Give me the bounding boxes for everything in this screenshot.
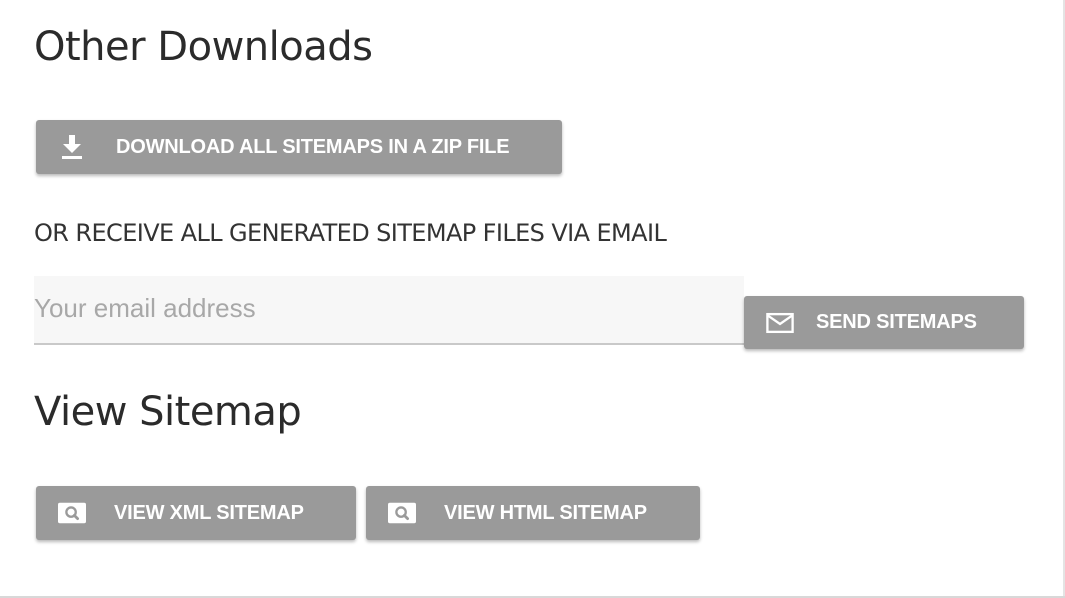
mail-icon xyxy=(766,309,794,337)
email-input[interactable] xyxy=(34,276,744,343)
downloads-card: Other Downloads DOWNLOAD ALL SITEMAPS IN… xyxy=(0,0,1065,598)
send-sitemaps-button[interactable]: SEND SITEMAPS xyxy=(744,296,1024,349)
download-zip-label: DOWNLOAD ALL SITEMAPS IN A ZIP FILE xyxy=(116,135,510,158)
view-xml-sitemap-label: VIEW XML SITEMAP xyxy=(114,501,304,524)
email-field-wrapper xyxy=(34,276,744,345)
download-icon xyxy=(58,133,86,161)
email-prompt: OR RECEIVE ALL GENERATED SITEMAP FILES V… xyxy=(34,219,667,247)
view-sitemap-heading: View Sitemap xyxy=(34,389,302,435)
view-html-sitemap-label: VIEW HTML SITEMAP xyxy=(444,501,647,524)
send-sitemaps-label: SEND SITEMAPS xyxy=(816,311,977,333)
other-downloads-heading: Other Downloads xyxy=(34,24,373,70)
download-zip-button[interactable]: DOWNLOAD ALL SITEMAPS IN A ZIP FILE xyxy=(36,120,562,174)
search-icon xyxy=(58,499,86,527)
view-xml-sitemap-button[interactable]: VIEW XML SITEMAP xyxy=(36,486,356,540)
search-icon xyxy=(388,499,416,527)
view-html-sitemap-button[interactable]: VIEW HTML SITEMAP xyxy=(366,486,700,540)
